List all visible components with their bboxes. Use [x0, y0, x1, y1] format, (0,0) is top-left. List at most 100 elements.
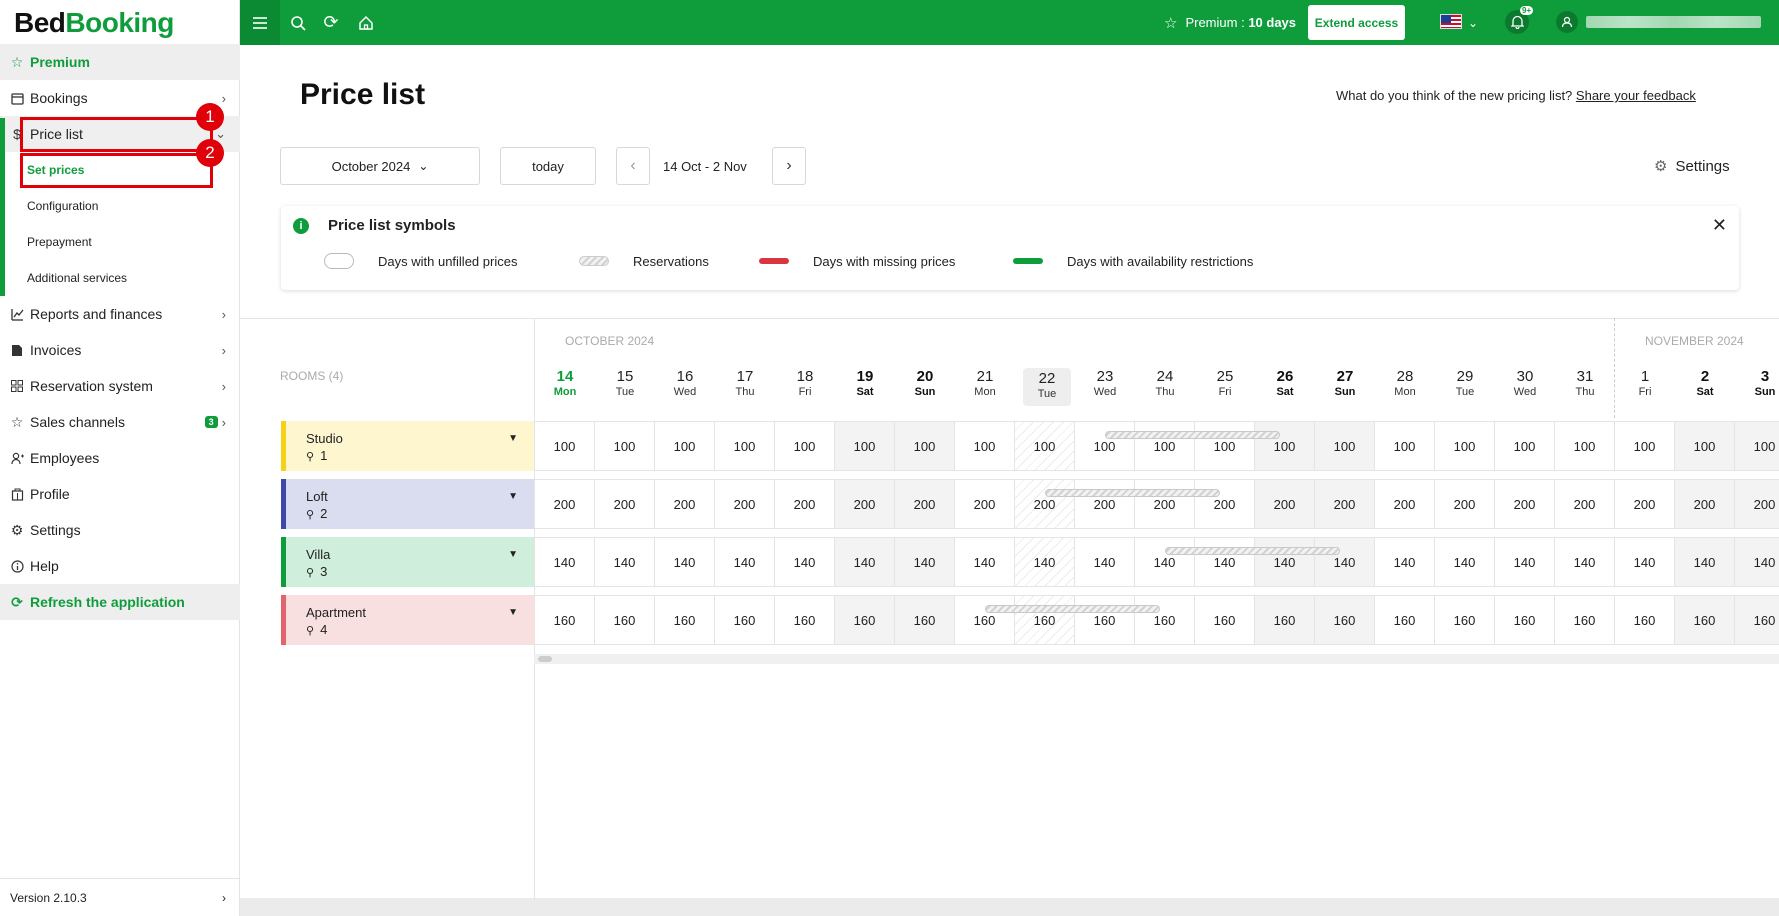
price-cell[interactable]: 140: [655, 537, 715, 587]
day-header[interactable]: 28 Mon: [1375, 368, 1435, 398]
price-cell[interactable]: 160: [1075, 595, 1135, 645]
home-icon[interactable]: [354, 0, 378, 45]
price-cell[interactable]: 140: [1735, 537, 1779, 587]
search-icon[interactable]: [286, 0, 310, 45]
price-cell[interactable]: 200: [895, 479, 955, 529]
day-header[interactable]: 17 Thu: [715, 368, 775, 398]
sidebar-item-premium[interactable]: ☆ Premium: [0, 44, 240, 80]
horizontal-scrollbar[interactable]: [534, 654, 1779, 664]
price-cell[interactable]: 200: [1075, 479, 1135, 529]
month-select[interactable]: October 2024 ⌄: [280, 147, 480, 185]
day-header[interactable]: 30 Wed: [1495, 368, 1555, 398]
price-cell[interactable]: 160: [715, 595, 775, 645]
price-cell[interactable]: 140: [1615, 537, 1675, 587]
day-header[interactable]: 26 Sat: [1255, 368, 1315, 398]
price-cell[interactable]: 140: [535, 537, 595, 587]
price-cell[interactable]: 160: [1615, 595, 1675, 645]
sidebar-item-sales-channels[interactable]: ☆ Sales channels 3 ›: [0, 404, 240, 440]
price-cell[interactable]: 140: [595, 537, 655, 587]
price-cell[interactable]: 160: [775, 595, 835, 645]
price-cell[interactable]: 200: [1675, 479, 1735, 529]
day-header[interactable]: 22 Tue: [1023, 368, 1071, 406]
sidebar-item-reservation-system[interactable]: Reservation system ›: [0, 368, 240, 404]
sidebar-item-employees[interactable]: Employees: [0, 440, 240, 476]
price-cell[interactable]: 100: [775, 421, 835, 471]
price-cell[interactable]: 200: [1555, 479, 1615, 529]
price-cell[interactable]: 160: [1135, 595, 1195, 645]
price-cell[interactable]: 160: [1555, 595, 1615, 645]
price-cell[interactable]: 100: [595, 421, 655, 471]
price-cell[interactable]: 200: [655, 479, 715, 529]
user-email-redacted[interactable]: [1586, 16, 1761, 28]
sidebar-item-settings[interactable]: ⚙ Settings: [0, 512, 240, 548]
day-header[interactable]: 19 Sat: [835, 368, 895, 398]
price-cell[interactable]: 140: [1495, 537, 1555, 587]
price-cell[interactable]: 200: [595, 479, 655, 529]
share-feedback-link[interactable]: Share your feedback: [1576, 88, 1696, 103]
price-cell[interactable]: 200: [715, 479, 775, 529]
sidebar-subitem-prepayment[interactable]: Prepayment: [27, 224, 92, 260]
price-cell[interactable]: 100: [895, 421, 955, 471]
price-cell[interactable]: 100: [1735, 421, 1779, 471]
price-cell[interactable]: 160: [1195, 595, 1255, 645]
price-cell[interactable]: 100: [1315, 421, 1375, 471]
price-cell[interactable]: 140: [1255, 537, 1315, 587]
price-cell[interactable]: 160: [655, 595, 715, 645]
price-cell[interactable]: 200: [775, 479, 835, 529]
caret-down-icon[interactable]: ▼: [508, 433, 518, 444]
price-cell[interactable]: 200: [1255, 479, 1315, 529]
price-cell[interactable]: 200: [535, 479, 595, 529]
caret-down-icon[interactable]: ▼: [508, 607, 518, 618]
price-cell[interactable]: 200: [835, 479, 895, 529]
price-cell[interactable]: 140: [1075, 537, 1135, 587]
price-cell[interactable]: 140: [715, 537, 775, 587]
day-header[interactable]: 21 Mon: [955, 368, 1015, 398]
price-cell[interactable]: 100: [535, 421, 595, 471]
price-cell[interactable]: 140: [895, 537, 955, 587]
scrollbar-thumb[interactable]: [538, 656, 552, 662]
room-row-label[interactable]: Villa ⚲ 3 ▼: [281, 537, 534, 587]
price-cell[interactable]: 160: [1315, 595, 1375, 645]
day-header[interactable]: 15 Tue: [595, 368, 655, 398]
sidebar-item-invoices[interactable]: Invoices ›: [0, 332, 240, 368]
user-avatar-icon[interactable]: [1556, 11, 1578, 33]
day-header[interactable]: 1 Fri: [1615, 368, 1675, 398]
price-cell[interactable]: 100: [1375, 421, 1435, 471]
price-cell[interactable]: 140: [1195, 537, 1255, 587]
sidebar-subitem-configuration[interactable]: Configuration: [27, 188, 98, 224]
sidebar-item-reports[interactable]: Reports and finances ›: [0, 296, 240, 332]
day-header[interactable]: 18 Fri: [775, 368, 835, 398]
price-cell[interactable]: 140: [955, 537, 1015, 587]
price-cell[interactable]: 160: [535, 595, 595, 645]
version-footer[interactable]: Version 2.10.3 ›: [0, 878, 240, 916]
price-cell[interactable]: 100: [1675, 421, 1735, 471]
day-header[interactable]: 31 Thu: [1555, 368, 1615, 398]
day-header[interactable]: 23 Wed: [1075, 368, 1135, 398]
price-cell[interactable]: 200: [1315, 479, 1375, 529]
price-cell[interactable]: 200: [1375, 479, 1435, 529]
price-cell[interactable]: 200: [1735, 479, 1779, 529]
prev-period-button[interactable]: ‹: [616, 147, 650, 185]
price-cell[interactable]: 100: [1015, 421, 1075, 471]
day-header[interactable]: 2 Sat: [1675, 368, 1735, 398]
sidebar-item-refresh[interactable]: ⟳ Refresh the application: [0, 584, 240, 620]
sidebar-item-help[interactable]: Help: [0, 548, 240, 584]
day-header[interactable]: 29 Tue: [1435, 368, 1495, 398]
price-cell[interactable]: 140: [1375, 537, 1435, 587]
price-cell[interactable]: 200: [1615, 479, 1675, 529]
price-cell[interactable]: 200: [1135, 479, 1195, 529]
price-cell[interactable]: 100: [1255, 421, 1315, 471]
brand-logo[interactable]: BedBooking: [14, 4, 174, 42]
day-header[interactable]: 25 Fri: [1195, 368, 1255, 398]
caret-down-icon[interactable]: ▼: [508, 549, 518, 560]
us-flag-icon[interactable]: [1440, 14, 1462, 29]
room-row-label[interactable]: Loft ⚲ 2 ▼: [281, 479, 534, 529]
price-cell[interactable]: 100: [1195, 421, 1255, 471]
today-button[interactable]: today: [500, 147, 596, 185]
extend-access-button[interactable]: Extend access: [1308, 5, 1405, 40]
price-cell[interactable]: 160: [1495, 595, 1555, 645]
sidebar-subitem-additional-services[interactable]: Additional services: [27, 260, 127, 296]
day-header[interactable]: 14 Mon: [535, 368, 595, 398]
price-cell[interactable]: 200: [1015, 479, 1075, 529]
reservation-bar[interactable]: [1105, 431, 1280, 439]
